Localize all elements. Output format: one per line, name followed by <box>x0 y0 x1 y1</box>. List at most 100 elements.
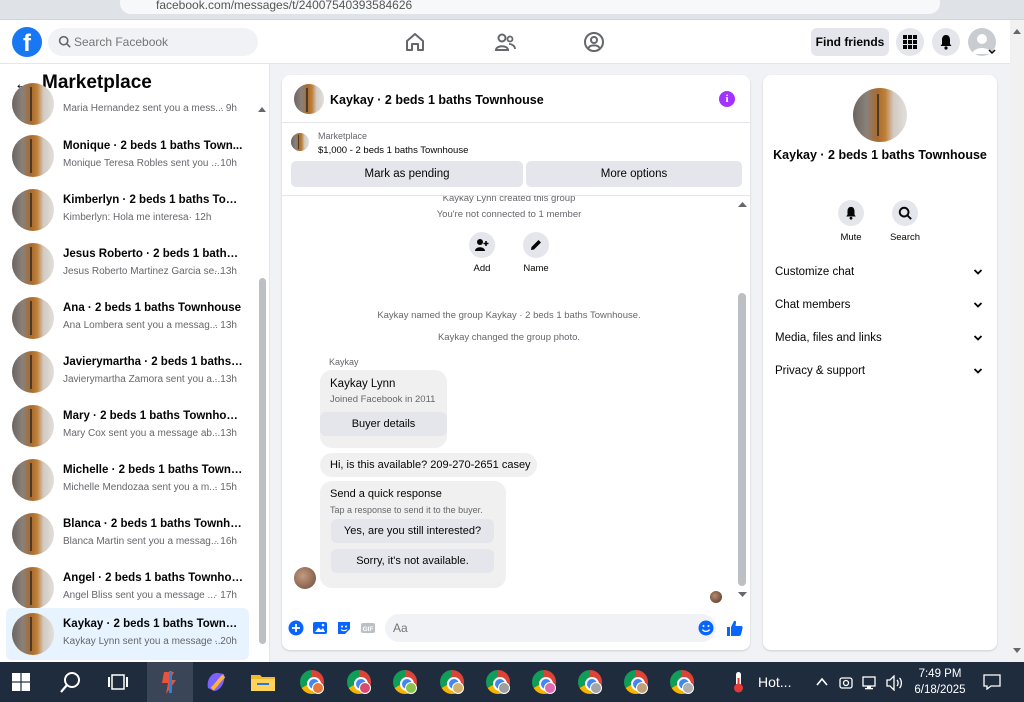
plus-circle-icon[interactable] <box>288 620 304 636</box>
more-options-button[interactable]: More options <box>526 161 742 187</box>
address-bar[interactable]: facebook.com/messages/t/2400754039358462… <box>120 0 940 14</box>
thermometer-icon[interactable] <box>728 670 748 694</box>
conversation-time: · 9h <box>219 103 237 114</box>
home-icon[interactable] <box>403 30 427 54</box>
message-input[interactable] <box>393 614 683 642</box>
photo-icon[interactable] <box>312 620 328 636</box>
chevron-up-icon[interactable] <box>816 677 828 687</box>
chrome-profile-3-icon[interactable] <box>391 668 419 696</box>
scroll-down-icon[interactable] <box>738 592 747 598</box>
conversation-item[interactable]: Kimberlyn · 2 beds 1 baths Tow... Kimber… <box>6 184 249 234</box>
sidebar-scrollbar[interactable] <box>258 106 266 654</box>
chrome-profile-4-icon[interactable] <box>438 668 466 696</box>
conversation-name: Kimberlyn · 2 beds 1 baths Tow... <box>63 194 243 206</box>
task-view-icon[interactable] <box>108 673 128 691</box>
conversation-item[interactable]: Monique · 2 beds 1 baths Town... Monique… <box>6 130 249 180</box>
mute-action[interactable]: Mute <box>829 200 873 243</box>
windows-start-icon[interactable] <box>12 673 30 691</box>
thumbs-up-icon[interactable] <box>726 619 744 637</box>
scroll-up-icon[interactable] <box>738 201 747 207</box>
buyer-details-button[interactable]: Buyer details <box>320 412 447 436</box>
conversation-preview: Maria Hernandez sent you a mess... <box>63 103 224 114</box>
conversation-item[interactable]: Angel · 2 beds 1 baths Townhou... Angel … <box>6 562 249 612</box>
chrome-profile-9-icon[interactable] <box>668 668 696 696</box>
scroll-up-icon[interactable] <box>1013 28 1021 34</box>
facebook-logo-icon[interactable]: f <box>12 27 42 57</box>
conversation-time: · 10h <box>214 158 237 169</box>
read-receipt-avatar <box>710 591 722 603</box>
grid-menu-icon <box>903 35 917 49</box>
chat-title[interactable]: Kaykay · 2 beds 1 baths Townhouse <box>330 93 544 107</box>
listing-summary[interactable]: $1,000 - 2 beds 1 baths Townhouse <box>318 145 468 156</box>
notification-center-icon[interactable] <box>983 674 1001 690</box>
name-group-action[interactable]: Name <box>516 232 556 274</box>
conversation-preview: Jesus Roberto Martinez Garcia se... <box>63 266 223 277</box>
chrome-profile-1-icon[interactable] <box>298 668 326 696</box>
section-label: Privacy & support <box>775 365 866 377</box>
chrome-profile-7-icon[interactable] <box>576 668 604 696</box>
file-explorer-icon[interactable] <box>249 668 277 696</box>
listing-thumbnail <box>291 133 309 151</box>
chat-members-section[interactable]: Chat members <box>763 289 997 322</box>
listing-thumbnail <box>12 83 54 125</box>
conversation-item[interactable]: Ana · 2 beds 1 baths Townhouse Ana Lombe… <box>6 292 249 342</box>
find-friends-button[interactable]: Find friends <box>811 28 889 56</box>
taskbar-search-icon[interactable] <box>60 671 82 693</box>
clock[interactable]: 7:49 PM 6/18/2025 <box>905 666 975 698</box>
bell-icon <box>940 35 952 50</box>
conversation-time: · 13h <box>214 374 237 385</box>
sticker-icon[interactable] <box>336 620 352 636</box>
groups-icon[interactable] <box>582 30 606 54</box>
svg-text:GIF: GIF <box>363 626 374 633</box>
quick-reply-no-button[interactable]: Sorry, it's not available. <box>331 549 494 573</box>
mark-as-pending-button[interactable]: Mark as pending <box>291 161 523 187</box>
notifications-button[interactable] <box>932 28 960 56</box>
privacy-support-section[interactable]: Privacy & support <box>763 355 997 388</box>
menu-button[interactable] <box>896 28 924 56</box>
friends-icon[interactable] <box>493 30 517 54</box>
meet-now-icon[interactable] <box>838 675 854 691</box>
chrome-profile-5-icon[interactable] <box>484 668 512 696</box>
conversation-item[interactable]: Blanca · 2 beds 1 baths Townho... Blanca… <box>6 508 249 558</box>
conversation-item[interactable]: Maria Hernandez sent you a mess... · 9h <box>6 78 249 128</box>
mute-label: Mute <box>840 232 862 243</box>
scroll-down-icon[interactable] <box>1013 648 1021 654</box>
weather-text[interactable]: Hot... <box>758 674 791 690</box>
chat-avatar[interactable] <box>294 84 324 114</box>
chrome-profile-8-icon[interactable] <box>622 668 650 696</box>
chrome-profile-2-icon[interactable] <box>345 668 373 696</box>
message-field[interactable] <box>385 614 716 642</box>
conversation-item-active[interactable]: Kaykay · 2 beds 1 baths Townho... Kaykay… <box>6 608 249 660</box>
conversation-item[interactable]: Javierymartha · 2 beds 1 baths T... Javi… <box>6 346 249 396</box>
page-scrollbar[interactable] <box>1010 20 1024 662</box>
conversation-item[interactable]: Mary · 2 beds 1 baths Townhouse Mary Cox… <box>6 400 249 450</box>
chat-scroll-thumb[interactable] <box>738 293 746 586</box>
conversation-item[interactable]: Jesus Roberto · 2 beds 1 baths T... Jesu… <box>6 238 249 288</box>
section-label: Media, files and links <box>775 332 882 344</box>
info-icon[interactable]: i <box>719 91 735 107</box>
system-message: Kaykay changed the group photo. <box>437 332 581 343</box>
search-input[interactable] <box>74 28 254 56</box>
search-action[interactable]: Search <box>883 200 927 243</box>
customize-chat-section[interactable]: Customize chat <box>763 256 997 289</box>
gif-icon[interactable]: GIF <box>360 620 376 636</box>
app-pinned-icon[interactable] <box>156 668 184 696</box>
copilot-icon[interactable] <box>202 668 230 696</box>
system-message: You're not connected to 1 member <box>436 209 582 220</box>
search-box[interactable] <box>48 28 258 56</box>
volume-icon[interactable] <box>886 675 904 691</box>
conversation-time: · 16h <box>214 536 237 547</box>
scroll-up-icon[interactable] <box>258 106 266 112</box>
quick-reply-yes-button[interactable]: Yes, are you still interested? <box>331 519 494 543</box>
chat-scrollbar[interactable] <box>737 201 747 601</box>
sidebar-scroll-thumb[interactable] <box>259 278 266 644</box>
network-icon[interactable] <box>862 675 880 691</box>
media-files-links-section[interactable]: Media, files and links <box>763 322 997 355</box>
add-member-action[interactable]: Add <box>462 232 502 274</box>
chrome-profile-6-icon[interactable] <box>530 668 558 696</box>
emoji-icon[interactable] <box>698 620 714 636</box>
sender-avatar[interactable] <box>294 567 316 589</box>
group-photo[interactable] <box>853 88 907 142</box>
search-icon <box>58 35 71 48</box>
conversation-item[interactable]: Michelle · 2 beds 1 baths Townh... Miche… <box>6 454 249 504</box>
